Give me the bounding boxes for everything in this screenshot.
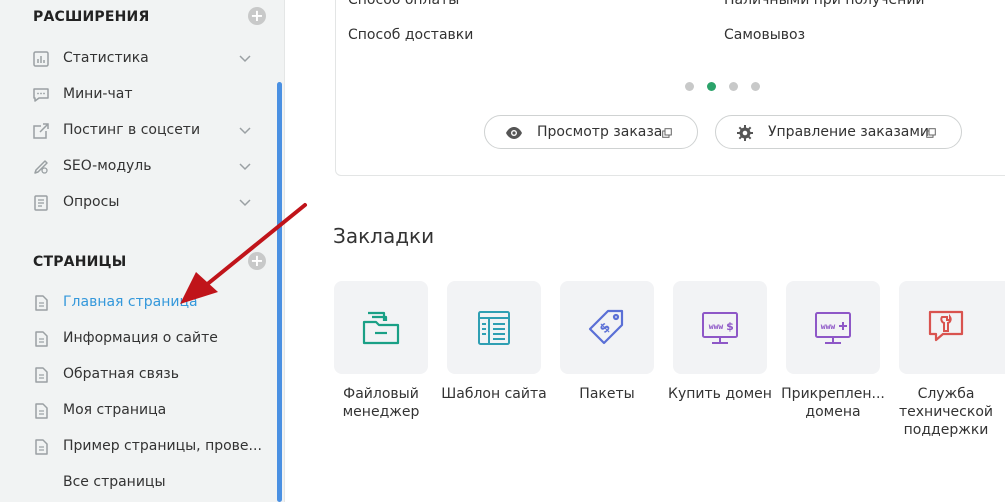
eye-icon <box>506 127 522 139</box>
carousel-dot[interactable] <box>729 82 738 91</box>
external-link-icon <box>662 128 672 138</box>
sidebar-item-label: Все страницы <box>63 474 166 490</box>
chevron-down-icon[interactable] <box>238 161 252 171</box>
sidebar-item-label: Обратная связь <box>63 366 179 382</box>
carousel-dot-active[interactable] <box>707 82 716 91</box>
sidebar-item-sample-page[interactable]: Пример страницы, прове... <box>0 429 276 465</box>
template-icon <box>478 311 510 345</box>
svg-text:www: www <box>709 322 724 331</box>
sidebar-item-label: Статистика <box>63 50 149 66</box>
manage-orders-button[interactable]: Управление заказами <box>715 115 962 149</box>
sidebar-item-label: Мини-чат <box>63 86 133 102</box>
add-page-button[interactable]: + <box>248 252 266 270</box>
view-order-button[interactable]: Просмотр заказа <box>484 115 698 149</box>
payment-method-label: Способ оплаты <box>348 0 460 8</box>
sidebar-item-feedback[interactable]: Обратная связь <box>0 357 276 393</box>
delivery-method-value: Самовывоз <box>724 27 806 43</box>
bookmarks-title: Закладки <box>333 224 435 248</box>
bookmark-attach-domain[interactable]: www <box>786 281 880 374</box>
page-icon <box>35 295 48 311</box>
price-tag-icon: $ <box>588 309 624 345</box>
sidebar-item-label: Моя страница <box>63 402 167 418</box>
bookmark-label: Служба технической поддержки <box>898 386 993 438</box>
section-title-pages: СТРАНИЦЫ <box>33 254 127 270</box>
sidebar-item-statistics[interactable]: Статистика <box>0 41 276 77</box>
chat-icon <box>33 88 49 102</box>
folder-icon <box>362 311 400 345</box>
page-icon <box>35 367 48 383</box>
carousel-dot[interactable] <box>751 82 760 91</box>
chevron-down-icon[interactable] <box>238 53 252 63</box>
sidebar-item-my-page[interactable]: Моя страница <box>0 393 276 429</box>
svg-text:www: www <box>821 322 836 331</box>
bookmark-site-template[interactable] <box>447 281 541 374</box>
bookmark-file-manager[interactable] <box>334 281 428 374</box>
sidebar-item-label: Информация о сайте <box>63 330 218 346</box>
section-title-extensions: РАСШИРЕНИЯ <box>33 9 150 25</box>
external-link-icon <box>926 128 936 138</box>
page-icon <box>35 403 48 419</box>
carousel-dot[interactable] <box>685 82 694 91</box>
svg-text:$: $ <box>726 320 734 333</box>
page-icon <box>35 439 48 455</box>
poll-icon <box>34 195 48 211</box>
sidebar-item-label: Пример страницы, прове... <box>63 438 262 454</box>
sidebar-scrollbar[interactable] <box>277 82 282 502</box>
bookmark-packages[interactable]: $ <box>560 281 654 374</box>
sidebar-item-seo[interactable]: SEO-модуль <box>0 149 276 185</box>
domain-buy-icon: www $ <box>702 312 738 344</box>
sidebar-item-label: Главная страница <box>63 294 198 310</box>
add-extension-button[interactable]: + <box>248 7 266 25</box>
chart-icon <box>33 51 49 67</box>
bookmark-label: Файловый менеджер <box>342 386 420 420</box>
gear-icon <box>737 125 753 141</box>
sidebar-item-label: Опросы <box>63 194 120 210</box>
bookmark-label: Шаблон сайта <box>441 386 547 402</box>
sidebar-item-label: Постинг в соцсети <box>63 122 201 138</box>
view-order-label: Просмотр заказа <box>537 124 663 140</box>
chevron-down-icon[interactable] <box>238 197 252 207</box>
sidebar-item-mini-chat[interactable]: Мини-чат <box>0 77 276 113</box>
domain-attach-icon: www <box>815 312 851 344</box>
chevron-down-icon[interactable] <box>238 125 252 135</box>
share-icon <box>33 123 49 139</box>
page-icon <box>35 331 48 347</box>
sidebar-item-social-posting[interactable]: Постинг в соцсети <box>0 113 276 149</box>
manage-orders-label: Управление заказами <box>768 124 930 140</box>
sidebar-item-all-pages[interactable]: Все страницы <box>0 465 276 501</box>
bookmark-label: Пакеты <box>579 386 635 402</box>
sidebar: РАСШИРЕНИЯ + Статистика Мини-чат Постинг… <box>0 0 285 502</box>
bookmark-support[interactable] <box>899 281 1005 374</box>
support-icon <box>928 310 964 342</box>
sidebar-item-label: SEO-модуль <box>63 158 152 174</box>
sidebar-item-home-page[interactable]: Главная страница <box>0 285 276 321</box>
bookmark-label: Купить домен <box>668 386 772 402</box>
seo-icon <box>34 160 48 174</box>
bookmark-buy-domain[interactable]: www $ <box>673 281 767 374</box>
payment-method-value: Наличными при получении <box>724 0 925 8</box>
bookmark-label: Прикреплен... домена <box>781 386 885 420</box>
sidebar-item-polls[interactable]: Опросы <box>0 185 276 221</box>
sidebar-item-site-info[interactable]: Информация о сайте <box>0 321 276 357</box>
delivery-method-label: Способ доставки <box>348 27 474 43</box>
